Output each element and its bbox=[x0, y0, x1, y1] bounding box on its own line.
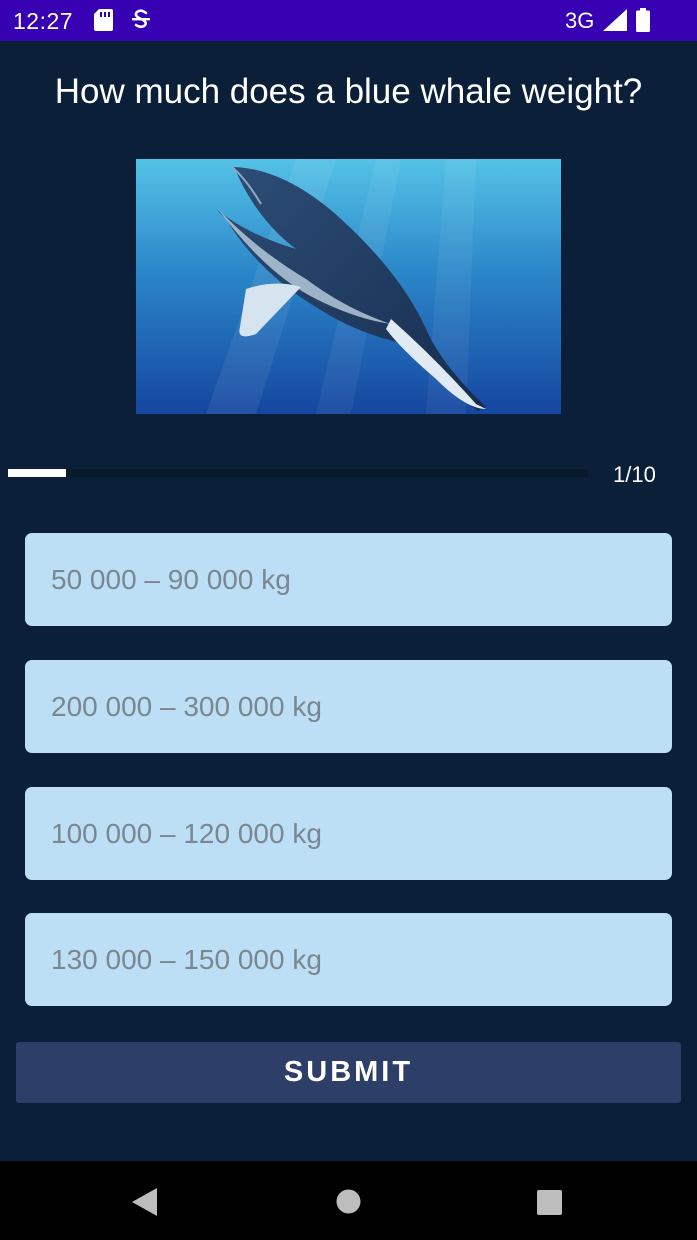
answer-option-label: 130 000 – 150 000 kg bbox=[51, 943, 322, 975]
submit-button[interactable]: SUBMIT bbox=[16, 1042, 681, 1103]
answer-option-label: 200 000 – 300 000 kg bbox=[51, 690, 322, 722]
navigation-bar bbox=[0, 1161, 697, 1240]
status-bar: 12:27 3G bbox=[0, 0, 697, 41]
signal-icon bbox=[603, 9, 627, 36]
status-time: 12:27 bbox=[13, 8, 74, 34]
answer-option-3[interactable]: 100 000 – 120 000 kg bbox=[25, 787, 672, 880]
sd-card-icon bbox=[94, 9, 113, 36]
answer-option-4[interactable]: 130 000 – 150 000 kg bbox=[25, 913, 672, 1006]
answer-option-label: 100 000 – 120 000 kg bbox=[51, 817, 322, 849]
progress-bar bbox=[8, 469, 588, 477]
home-icon[interactable] bbox=[336, 1189, 361, 1219]
s-notification-icon bbox=[131, 7, 151, 37]
answer-option-2[interactable]: 200 000 – 300 000 kg bbox=[25, 660, 672, 753]
answer-option-label: 50 000 – 90 000 kg bbox=[51, 563, 291, 595]
network-type: 3G bbox=[565, 8, 595, 33]
blue-whale-image bbox=[136, 159, 561, 414]
question-text: How much does a blue whale weight? bbox=[54, 72, 643, 111]
progress-fill bbox=[8, 469, 66, 477]
progress-counter: 1/10 bbox=[613, 462, 656, 487]
back-icon[interactable] bbox=[132, 1188, 158, 1221]
answer-option-1[interactable]: 50 000 – 90 000 kg bbox=[25, 533, 672, 626]
recents-icon[interactable] bbox=[537, 1190, 562, 1220]
battery-icon bbox=[636, 8, 650, 37]
